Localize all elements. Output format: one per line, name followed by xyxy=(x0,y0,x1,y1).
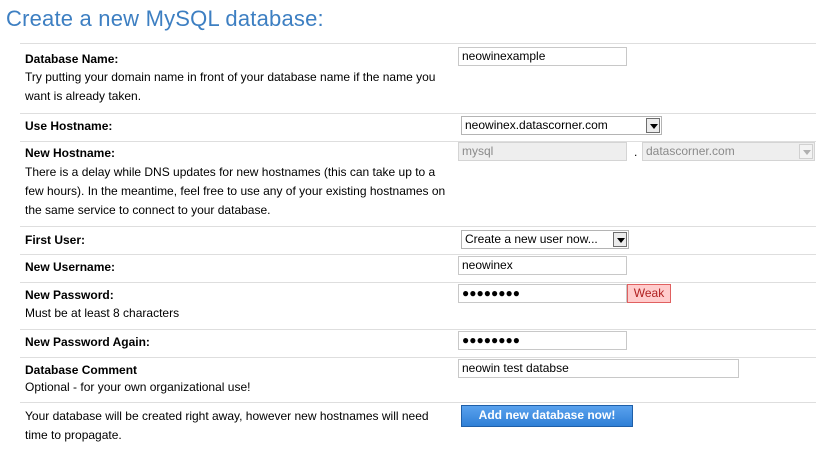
new-password-label: New Password: xyxy=(25,288,114,302)
new-hostname-label: New Hostname: xyxy=(25,146,116,160)
password-strength-badge: Weak xyxy=(627,284,671,303)
new-username-label: New Username: xyxy=(25,260,116,274)
new-hostname-domain-value: datascorner.com xyxy=(646,144,735,158)
row-divider xyxy=(20,282,816,283)
first-user-select[interactable]: Create a new user now... xyxy=(461,230,629,249)
first-user-label: First User: xyxy=(25,233,86,247)
chevron-down-icon[interactable] xyxy=(646,118,660,133)
row-divider xyxy=(20,402,816,403)
new-password-input[interactable]: ●●●●●●●● xyxy=(458,284,627,303)
row-divider xyxy=(20,43,816,44)
database-name-input[interactable]: neowinexample xyxy=(458,47,627,66)
row-divider xyxy=(20,113,816,114)
new-hostname-subdomain-input[interactable]: mysql xyxy=(458,142,627,161)
use-hostname-label: Use Hostname: xyxy=(25,119,113,133)
new-hostname-help: There is a delay while DNS updates for n… xyxy=(25,165,446,217)
row-divider xyxy=(20,226,816,227)
chevron-down-icon[interactable] xyxy=(799,144,813,159)
new-password-again-input[interactable]: ●●●●●●●● xyxy=(458,331,627,350)
new-password-mask: ●●●●●●●● xyxy=(462,286,520,300)
add-database-button[interactable]: Add new database now! xyxy=(461,405,633,427)
database-comment-label: Database Comment xyxy=(25,363,138,377)
new-password-again-label: New Password Again: xyxy=(25,335,150,349)
new-password-help: Must be at least 8 characters xyxy=(25,306,180,320)
page-title: Create a new MySQL database: xyxy=(6,6,324,31)
database-comment-help: Optional - for your own organizational u… xyxy=(25,380,251,394)
database-name-label: Database Name: xyxy=(25,52,119,66)
use-hostname-value: neowinex.datascorner.com xyxy=(465,118,608,132)
new-username-input[interactable]: neowinex xyxy=(458,256,627,275)
new-hostname-domain-select[interactable]: datascorner.com xyxy=(642,142,815,161)
hostname-separator: . xyxy=(634,145,638,159)
row-divider xyxy=(20,357,816,358)
row-divider xyxy=(20,254,816,255)
row-divider xyxy=(20,329,816,330)
use-hostname-select[interactable]: neowinex.datascorner.com xyxy=(461,116,662,135)
footer-note: Your database will be created right away… xyxy=(25,409,429,442)
chevron-down-icon[interactable] xyxy=(613,232,627,247)
database-comment-input[interactable]: neowin test databse xyxy=(458,359,739,378)
new-password-again-mask: ●●●●●●●● xyxy=(462,333,520,347)
database-name-help: Try putting your domain name in front of… xyxy=(25,70,436,103)
first-user-value: Create a new user now... xyxy=(465,232,598,246)
